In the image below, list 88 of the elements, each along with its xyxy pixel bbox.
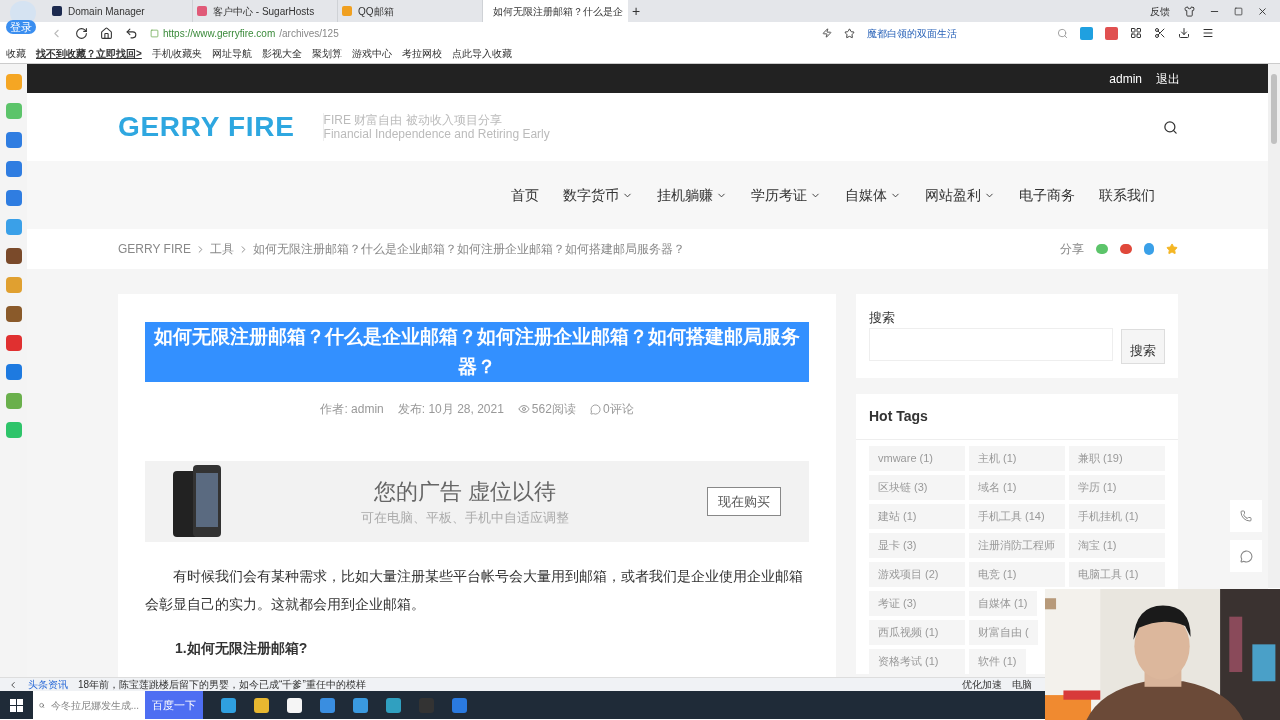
app-icon[interactable]	[5, 248, 22, 264]
tab-title: 如何无限注册邮箱？什么是企	[493, 4, 623, 19]
widget-title: 搜索	[869, 309, 896, 327]
new-tab-button[interactable]: +	[632, 0, 641, 22]
author-text: 作者: admin	[320, 401, 384, 418]
start-icon[interactable]	[10, 698, 23, 712]
site-tagline: Financial Independence and Retiring Early	[323, 127, 550, 141]
nav-item[interactable]: 首页	[511, 184, 539, 206]
apps-icon[interactable]	[1130, 27, 1142, 39]
nav-item[interactable]: 挂机躺赚	[657, 184, 727, 206]
breadcrumb-item[interactable]: GERRY FIRE	[118, 240, 191, 258]
tab-title: Domain Manager	[68, 4, 145, 19]
skin-icon[interactable]	[1184, 5, 1195, 17]
wechat-button[interactable]	[1230, 540, 1262, 572]
user-link[interactable]: admin	[1109, 69, 1142, 88]
undo-icon[interactable]	[125, 26, 138, 40]
restore-icon[interactable]	[1234, 6, 1243, 16]
bookmark-item[interactable]: 找不到收藏？立即找回>	[36, 46, 142, 61]
address-field[interactable]: https://www.gerryfire.com /archives/125	[150, 25, 810, 41]
ad-subline: 可在电脑、平板、手机中自适应调整	[360, 509, 570, 528]
comment-icon	[589, 403, 601, 415]
nav-item[interactable]: 电子商务	[1019, 184, 1075, 206]
logout-link[interactable]: 退出	[1156, 69, 1180, 88]
feedback-link[interactable]: 反馈	[1150, 3, 1170, 19]
baidu-button[interactable]: 百度一下	[145, 691, 203, 719]
browser-tab[interactable]: 如何无限注册邮箱？什么是企	[483, 0, 628, 22]
app-icon[interactable]	[5, 335, 22, 351]
nav-item[interactable]: 联系我们	[1099, 184, 1155, 206]
home-icon[interactable]	[100, 26, 113, 40]
article-paragraph: 有时候我们会有某种需求，比如大量注册某些平台帐号会大量用到邮箱，或者我们是企业使用企业邮箱会彰显自己的实力。这就都会用到企业邮箱。	[145, 567, 804, 614]
buy-button[interactable]: 现在购买	[707, 486, 781, 517]
share-label: 分享	[1060, 241, 1084, 258]
bookmark-item[interactable]: 影视大全	[261, 46, 302, 61]
tab-favicon	[197, 6, 207, 16]
close-icon[interactable]	[1257, 5, 1268, 17]
breadcrumb-item: 如何无限注册邮箱？什么是企业邮箱？如何注册企业邮箱？如何搭建邮局服务器？	[252, 241, 685, 258]
chat-icon	[1239, 549, 1253, 563]
tab-title: QQ邮箱	[358, 4, 394, 19]
download-icon[interactable]	[1178, 27, 1190, 39]
ad-headline: 您的广告 虚位以待	[372, 478, 558, 507]
bookmark-item[interactable]: 考拉网校	[401, 46, 442, 61]
screenshot-icon[interactable]	[1154, 27, 1166, 39]
views-count: 562阅读	[531, 401, 576, 418]
date-text: 发布: 10月 28, 2021	[397, 401, 504, 418]
star-icon[interactable]	[844, 27, 855, 39]
news-headline[interactable]: 18年前，陈宝莲跳楼后留下的男婴，如今已成“千爹”重任中的模样	[78, 677, 366, 692]
bookmark-item[interactable]: 网址导航	[211, 46, 252, 61]
taskbar-app-icon[interactable]	[254, 697, 269, 713]
phone-button[interactable]	[1230, 500, 1262, 532]
search-button[interactable]: 搜索	[1121, 328, 1165, 364]
app-icon[interactable]	[5, 161, 22, 177]
bookmark-item[interactable]: 手机收藏夹	[151, 46, 202, 61]
menu-icon[interactable]	[1202, 27, 1214, 39]
nav-item[interactable]: 自媒体	[845, 184, 901, 206]
nav-item[interactable]: 网站盈利	[925, 184, 995, 206]
article-title: 如何无限注册邮箱？什么是企业邮箱？如何注册企业邮箱？如何搭建邮局服务器？	[145, 322, 809, 382]
boost-button[interactable]: 优化加速	[962, 677, 1002, 692]
breadcrumb-item[interactable]: 工具	[209, 240, 234, 258]
taskbar-app-icon[interactable]	[287, 697, 302, 713]
news-source[interactable]: 头条资讯	[28, 677, 68, 692]
widget-title: Hot Tags	[856, 393, 1178, 440]
site-tagline: FIRE 财富自由 被动收入项目分享	[323, 113, 503, 127]
bookmark-item[interactable]: 游戏中心	[351, 46, 392, 61]
lightning-icon[interactable]	[822, 28, 832, 38]
app-icon[interactable]	[5, 364, 22, 380]
taskbar-search-field[interactable]: 今冬拉尼娜发生成...	[33, 691, 145, 719]
app-icon[interactable]	[5, 190, 22, 206]
suggestion-link[interactable]: 魔都白领的双面生活	[867, 25, 1037, 41]
eye-icon	[517, 403, 530, 415]
app-icon[interactable]	[5, 132, 22, 148]
tab-favicon	[342, 6, 352, 16]
nav-item[interactable]: 学历考证	[751, 184, 821, 206]
tv-button[interactable]: 电脑	[1012, 677, 1032, 692]
phone-icon	[1240, 510, 1252, 522]
comments-count: 0评论	[602, 401, 634, 418]
bookmark-item[interactable]: 收藏	[6, 46, 26, 61]
reload-icon[interactable]	[75, 26, 88, 40]
bookmark-item[interactable]: 聚划算	[311, 46, 342, 61]
app-icon[interactable]	[5, 306, 22, 322]
search-icon[interactable]	[1163, 119, 1178, 135]
collapse-icon[interactable]	[8, 679, 18, 690]
tab-favicon	[52, 6, 62, 16]
star-icon[interactable]	[1166, 243, 1178, 255]
nav-item[interactable]: 数字货币	[563, 184, 633, 206]
scrollbar[interactable]	[1268, 64, 1280, 588]
section-heading: 1.如何无限注册邮箱?	[174, 639, 309, 658]
tab-title: 客户中心 - SugarHosts	[213, 4, 315, 19]
bookmark-item[interactable]: 点此导入收藏	[451, 46, 512, 61]
